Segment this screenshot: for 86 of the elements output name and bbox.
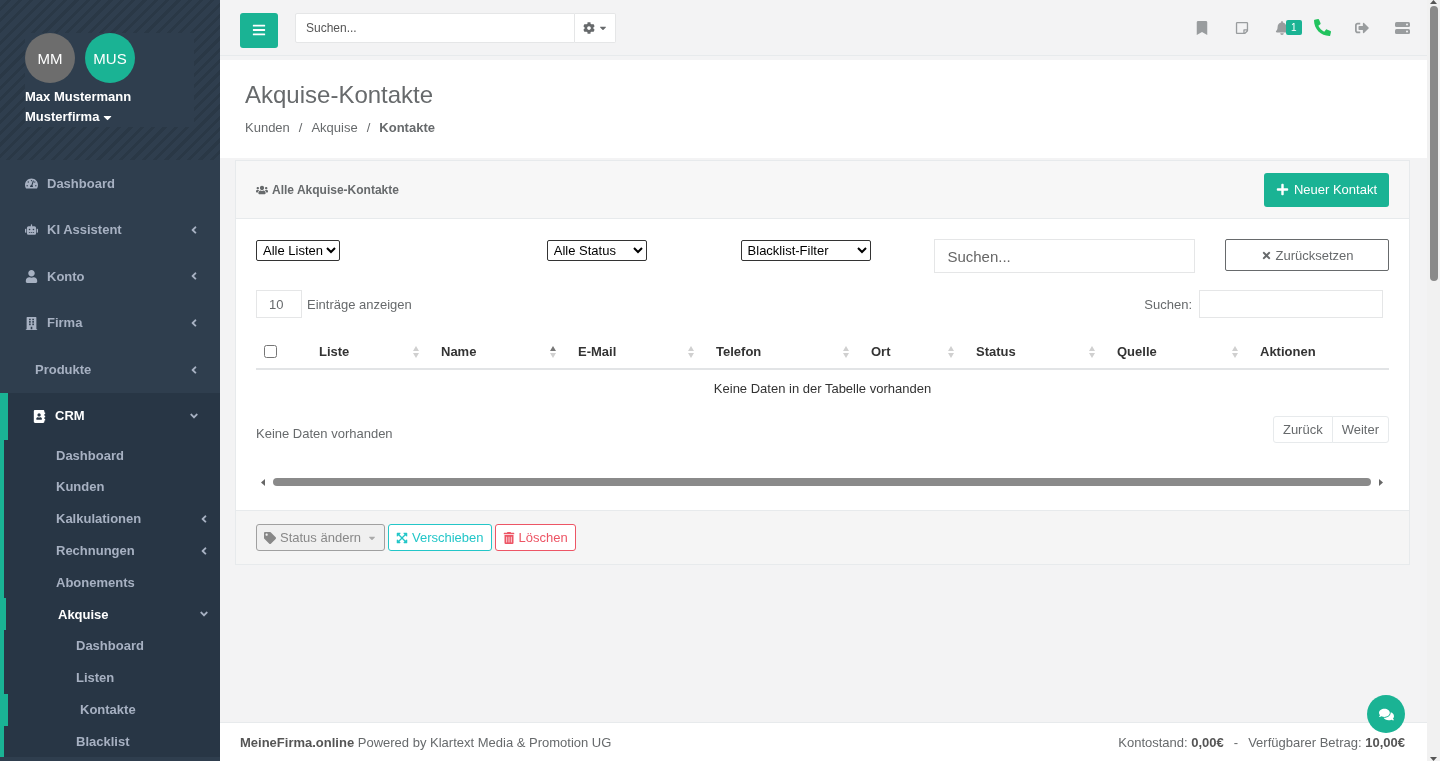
close-icon bbox=[1260, 249, 1272, 261]
nav-item[interactable]: Kalkulationen bbox=[0, 503, 220, 535]
blacklist-select[interactable]: Blacklist-Filter bbox=[740, 240, 871, 261]
chat-button[interactable] bbox=[1367, 695, 1405, 733]
filter-search-field[interactable]: Suchen... bbox=[934, 239, 1196, 273]
robot-icon bbox=[25, 223, 38, 237]
company-dropdown[interactable]: Musterfirma bbox=[25, 107, 115, 127]
note-icon[interactable] bbox=[1235, 20, 1249, 35]
bookmark-icon[interactable] bbox=[1195, 20, 1209, 35]
empty-table-message: Keine Daten in der Tabelle vorhanden bbox=[256, 369, 1389, 407]
building-icon bbox=[25, 316, 38, 330]
phone-icon[interactable] bbox=[1313, 19, 1331, 36]
footer-credit: MeineFirma.online Powered by Klartext Media & Promotion UG bbox=[240, 734, 612, 750]
nav-item[interactable]: Rechnungen bbox=[0, 534, 220, 567]
column-header[interactable]: Telefon bbox=[700, 335, 855, 369]
page-length-field[interactable]: 10 bbox=[256, 290, 302, 318]
select-all-checkbox[interactable] bbox=[264, 345, 277, 358]
bulk-action-button[interactable]: Löschen bbox=[494, 524, 576, 551]
nav-item[interactable]: KI Assistent bbox=[0, 206, 220, 254]
nav-item[interactable]: CRM bbox=[0, 392, 220, 440]
trash-icon bbox=[502, 531, 515, 544]
user-name: Max Mustermann bbox=[25, 88, 133, 106]
scroll-right-arrow-icon[interactable] bbox=[1379, 478, 1383, 486]
bell-icon[interactable] bbox=[1275, 20, 1289, 35]
server-icon[interactable] bbox=[1394, 21, 1410, 34]
column-header[interactable]: Liste bbox=[303, 335, 425, 369]
nav-item[interactable]: Kunden bbox=[0, 471, 220, 504]
column-header[interactable]: E-Mail bbox=[562, 335, 700, 369]
nav-item[interactable]: Abonements bbox=[0, 566, 220, 599]
users-icon bbox=[256, 183, 268, 196]
nav-item[interactable]: Dashboard bbox=[0, 160, 220, 207]
menu-icon bbox=[252, 23, 266, 37]
scrollbar-thumb[interactable] bbox=[273, 478, 1371, 486]
footer-separator: - bbox=[1233, 734, 1239, 750]
address-book-icon bbox=[33, 409, 46, 423]
breadcrumb-separator: / bbox=[366, 119, 371, 137]
card-title: Alle Akquise-Kontakte bbox=[272, 182, 399, 197]
breadcrumb-current: Kontakte bbox=[379, 119, 435, 137]
scroll-left-arrow-icon[interactable] bbox=[261, 478, 265, 486]
pagination-button[interactable]: Weiter bbox=[1331, 416, 1389, 443]
pagination-button[interactable]: Zurück bbox=[1272, 416, 1333, 443]
gauge-icon bbox=[25, 176, 38, 190]
arrows-icon bbox=[395, 531, 408, 544]
nav-item[interactable]: Akquise bbox=[0, 598, 220, 631]
nav-item[interactable]: Listen bbox=[0, 662, 220, 694]
notification-badge: 1 bbox=[1286, 19, 1302, 35]
chat-icon bbox=[1378, 706, 1394, 722]
column-header[interactable]: Quelle bbox=[1101, 335, 1244, 369]
sign-out-icon[interactable] bbox=[1355, 20, 1369, 35]
table-search-label: Suchen: bbox=[1144, 296, 1192, 312]
column-header[interactable]: Name bbox=[425, 335, 562, 369]
search-field[interactable]: Suchen... bbox=[295, 12, 575, 43]
list-select[interactable]: Alle Listen bbox=[256, 240, 340, 261]
search-options-button[interactable] bbox=[575, 12, 616, 43]
nav-item[interactable]: Dashboard bbox=[0, 439, 220, 472]
column-header[interactable]: Aktionen bbox=[1244, 335, 1389, 369]
scroll-down-arrow-icon[interactable] bbox=[1430, 757, 1437, 761]
table-search-field[interactable] bbox=[1199, 290, 1383, 318]
avatar: MM bbox=[25, 33, 75, 83]
reset-button[interactable]: Zurücksetzen bbox=[1225, 239, 1389, 271]
nav-item[interactable]: Dashboard bbox=[0, 630, 220, 663]
status-select[interactable]: Alle Status bbox=[546, 240, 647, 261]
avatar: MUS bbox=[85, 33, 135, 83]
menu-button[interactable] bbox=[240, 12, 278, 48]
nav-item[interactable]: Produkte bbox=[0, 346, 220, 393]
available-amount: Verfügbarer Betrag: 10,00€ bbox=[1248, 734, 1405, 750]
account-balance: Kontostand: 0,00€ bbox=[1118, 734, 1224, 750]
nav-item[interactable]: Blacklist bbox=[0, 725, 220, 758]
breadcrumb-separator: / bbox=[298, 119, 303, 137]
column-header[interactable]: Ort bbox=[855, 335, 960, 369]
breadcrumb-link[interactable]: Kunden bbox=[245, 118, 290, 138]
nav-item[interactable]: Kontakte bbox=[0, 693, 220, 726]
breadcrumb-link[interactable]: Akquise bbox=[311, 118, 358, 138]
nav-item[interactable]: Firma bbox=[0, 299, 220, 347]
user-icon bbox=[25, 270, 38, 283]
page-length-label: Einträge anzeigen bbox=[307, 296, 412, 312]
tag-icon bbox=[264, 531, 276, 544]
column-header[interactable]: Status bbox=[960, 335, 1101, 369]
scroll-up-arrow-icon[interactable] bbox=[1430, 0, 1437, 4]
nav-item[interactable]: Konto bbox=[0, 253, 220, 300]
plus-icon bbox=[1275, 183, 1289, 196]
gear-icon bbox=[582, 21, 595, 34]
scrollbar-thumb[interactable] bbox=[1429, 6, 1438, 281]
page-title: Akquise-Kontakte bbox=[245, 80, 435, 110]
bulk-action-button[interactable]: Status ändern bbox=[256, 524, 385, 551]
table-info: Keine Daten vorhanden bbox=[256, 425, 393, 441]
